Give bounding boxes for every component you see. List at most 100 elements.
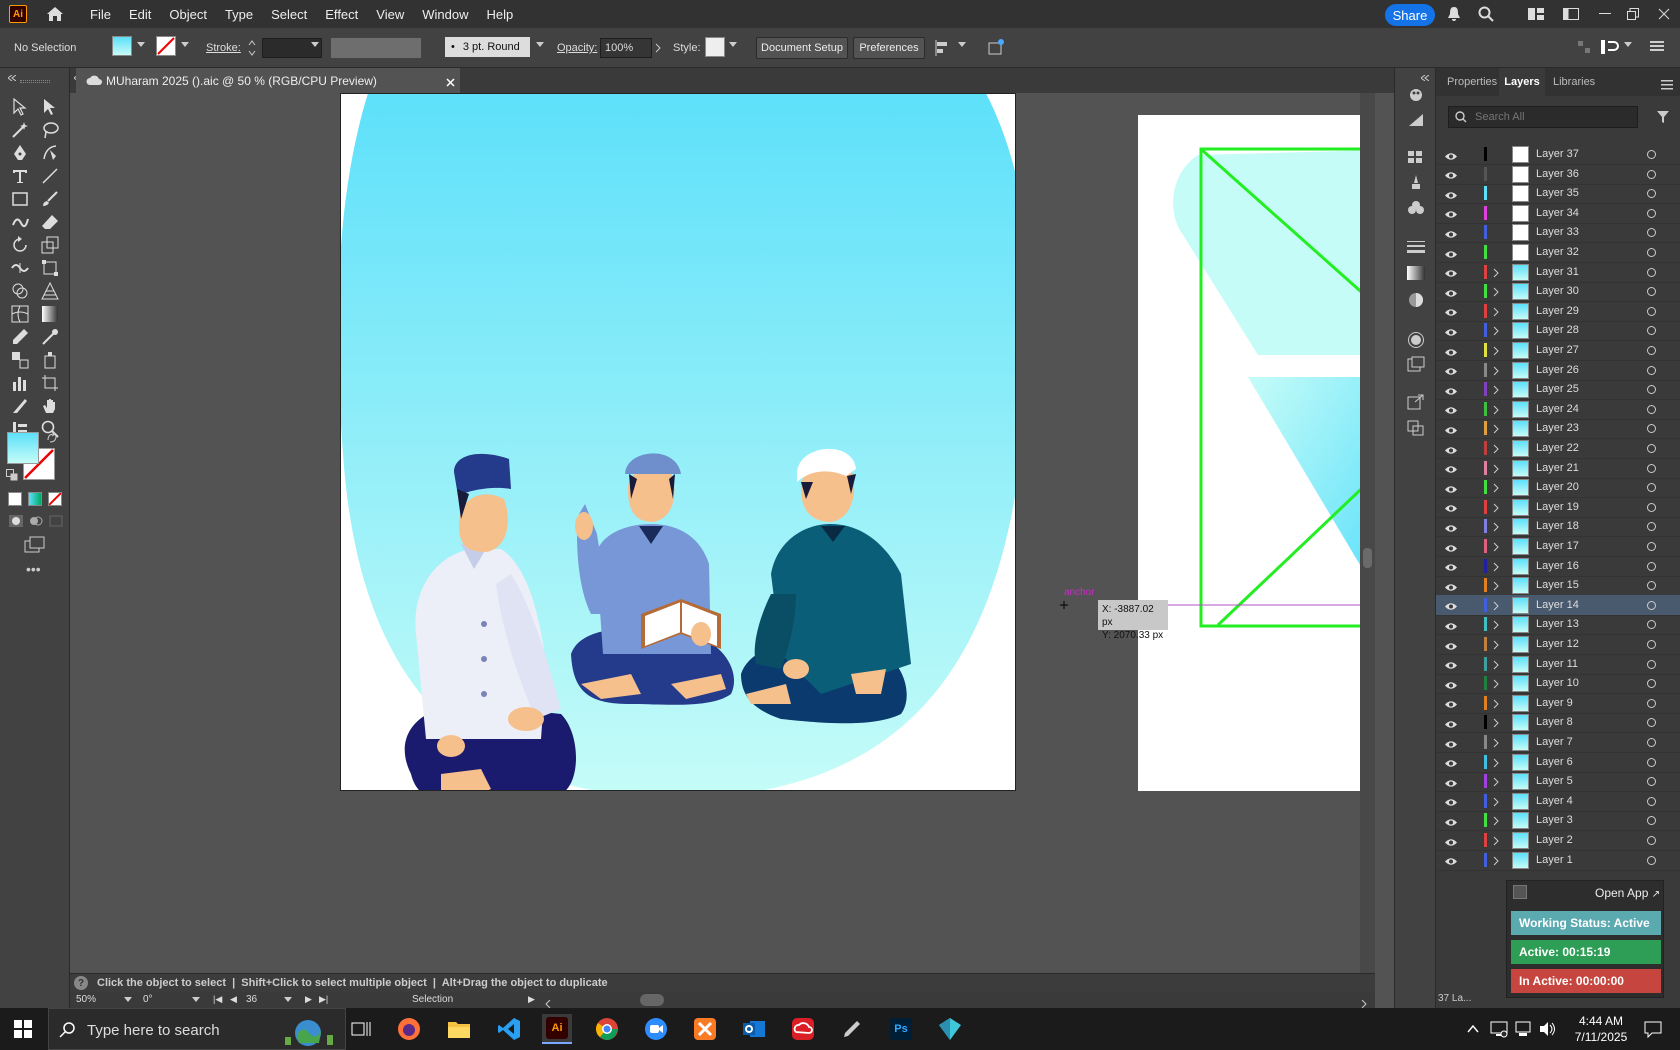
layer-name[interactable]: Layer 17 — [1536, 540, 1579, 552]
menu-edit[interactable]: Edit — [120, 7, 160, 22]
mesh-tool-icon[interactable] — [9, 303, 31, 325]
layer-row[interactable]: Layer 24 — [1436, 399, 1680, 420]
eyedropper-tool-icon[interactable] — [9, 326, 31, 348]
illustrator-logo[interactable]: Ai — [9, 5, 27, 23]
stroke-panel-icon[interactable] — [1407, 240, 1425, 254]
tab-layers[interactable]: Layers — [1499, 68, 1545, 96]
zoom-app-icon[interactable] — [641, 1014, 671, 1044]
expand-arrow-icon[interactable] — [1493, 345, 1499, 356]
expand-arrow-icon[interactable] — [1493, 384, 1499, 395]
expand-icon[interactable] — [1420, 70, 1430, 82]
visibility-eye-icon[interactable] — [1444, 522, 1458, 532]
expand-arrow-icon[interactable] — [1493, 678, 1499, 689]
blend-tool-icon[interactable] — [9, 349, 31, 371]
photoshop-icon[interactable]: Ps — [886, 1014, 916, 1044]
windows-start-icon[interactable] — [8, 1014, 38, 1044]
layer-target-icon[interactable] — [1647, 424, 1656, 434]
direct-selection-tool-icon[interactable] — [39, 96, 61, 118]
layer-target-icon[interactable] — [1647, 777, 1656, 787]
layer-target-icon[interactable] — [1647, 855, 1656, 865]
creative-cloud-icon[interactable] — [788, 1014, 818, 1044]
layer-target-icon[interactable] — [1647, 267, 1656, 277]
layer-target-icon[interactable] — [1647, 718, 1656, 728]
layer-name[interactable]: Layer 4 — [1536, 795, 1573, 807]
layer-name[interactable]: Layer 36 — [1536, 168, 1579, 180]
visibility-eye-icon[interactable] — [1444, 777, 1458, 787]
visibility-eye-icon[interactable] — [1444, 169, 1458, 179]
chevron-right-icon[interactable] — [655, 42, 661, 53]
magic-wand-tool-icon[interactable] — [9, 119, 31, 141]
layer-target-icon[interactable] — [1647, 463, 1656, 473]
scroll-right-icon[interactable] — [1360, 997, 1368, 1009]
visibility-eye-icon[interactable] — [1444, 738, 1458, 748]
remote-desktop-icon[interactable] — [1514, 1020, 1532, 1038]
visibility-eye-icon[interactable] — [1444, 404, 1458, 415]
help-icon[interactable]: ? — [74, 976, 88, 990]
free-transform-tool-icon[interactable] — [39, 257, 61, 279]
layer-name[interactable]: Layer 30 — [1536, 285, 1579, 297]
layer-name[interactable]: Layer 28 — [1536, 324, 1579, 336]
visibility-eye-icon[interactable] — [1444, 561, 1458, 571]
layer-row[interactable]: Layer 11 — [1436, 654, 1680, 675]
menu-select[interactable]: Select — [262, 7, 316, 22]
layer-row[interactable]: Layer 22 — [1436, 438, 1680, 459]
layer-target-icon[interactable] — [1647, 228, 1656, 238]
artboard-secondary[interactable] — [1138, 115, 1375, 791]
type-tool-icon[interactable] — [9, 165, 31, 187]
layer-target-icon[interactable] — [1647, 620, 1656, 630]
layer-name[interactable]: Layer 19 — [1536, 501, 1579, 513]
layer-name[interactable]: Layer 37 — [1536, 148, 1579, 160]
chevron-down-icon[interactable] — [729, 42, 737, 47]
layer-target-icon[interactable] — [1647, 444, 1656, 453]
expand-arrow-icon[interactable] — [1493, 619, 1499, 630]
layer-target-icon[interactable] — [1647, 404, 1656, 414]
expand-arrow-icon[interactable] — [1493, 639, 1499, 650]
layer-row[interactable]: Layer 25 — [1436, 379, 1680, 401]
curvature-tool-icon[interactable] — [39, 142, 61, 164]
color-guide-icon[interactable] — [1407, 112, 1425, 128]
minimize-icon[interactable] — [1596, 5, 1614, 23]
color-mode-icon[interactable] — [8, 492, 22, 506]
expand-arrow-icon[interactable] — [1493, 404, 1499, 415]
layer-name[interactable]: Layer 9 — [1536, 697, 1573, 709]
lasso-tool-icon[interactable] — [39, 119, 61, 141]
layer-name[interactable]: Layer 11 — [1536, 658, 1578, 670]
shaper-tool-icon[interactable] — [9, 211, 31, 233]
stroke-label[interactable]: Stroke: — [206, 38, 241, 58]
layer-target-icon[interactable] — [1647, 306, 1656, 316]
default-fill-stroke-icon[interactable] — [6, 469, 18, 481]
layer-row[interactable]: Layer 9 — [1436, 693, 1680, 714]
chevron-down-icon[interactable] — [181, 42, 189, 47]
menu-window[interactable]: Window — [413, 7, 477, 22]
prev-artboard-icon[interactable]: ◀ — [230, 994, 237, 1005]
vertical-scrollbar[interactable] — [1360, 93, 1375, 973]
layer-row[interactable]: Layer 13 — [1436, 614, 1680, 636]
expand-arrow-icon[interactable] — [1493, 463, 1499, 473]
chevron-down-icon[interactable] — [536, 42, 544, 47]
symbols-icon[interactable] — [1407, 200, 1425, 216]
tab-properties[interactable]: Properties — [1447, 68, 1497, 96]
layer-row[interactable]: Layer 3 — [1436, 810, 1680, 832]
search-icon[interactable] — [1477, 5, 1495, 23]
arrange-documents-icon[interactable] — [1527, 5, 1545, 23]
graphic-styles-icon[interactable] — [1407, 356, 1425, 372]
layer-row[interactable]: Layer 32 — [1436, 242, 1680, 263]
document-setup-button[interactable]: Document Setup — [756, 37, 848, 59]
layer-row[interactable]: Layer 30 — [1436, 281, 1680, 303]
layer-target-icon[interactable] — [1647, 385, 1656, 395]
layer-row[interactable]: Layer 19 — [1436, 497, 1680, 518]
expand-arrow-icon[interactable] — [1493, 698, 1499, 709]
scroll-thumb[interactable] — [1363, 548, 1372, 568]
first-artboard-icon[interactable]: |◀ — [213, 994, 222, 1005]
layer-name[interactable]: Layer 1 — [1536, 854, 1573, 866]
layer-target-icon[interactable] — [1647, 640, 1656, 649]
variable-width-profile[interactable] — [330, 37, 422, 59]
visibility-eye-icon[interactable] — [1444, 463, 1458, 473]
selection-tool-icon[interactable] — [9, 96, 31, 118]
layer-name[interactable]: Layer 10 — [1536, 677, 1579, 689]
layer-target-icon[interactable] — [1647, 326, 1656, 336]
layer-row[interactable]: Layer 15 — [1436, 575, 1680, 597]
grip-handle[interactable] — [20, 80, 50, 83]
stroke-stepper-icon[interactable] — [247, 38, 257, 58]
layer-name[interactable]: Layer 20 — [1536, 481, 1579, 493]
